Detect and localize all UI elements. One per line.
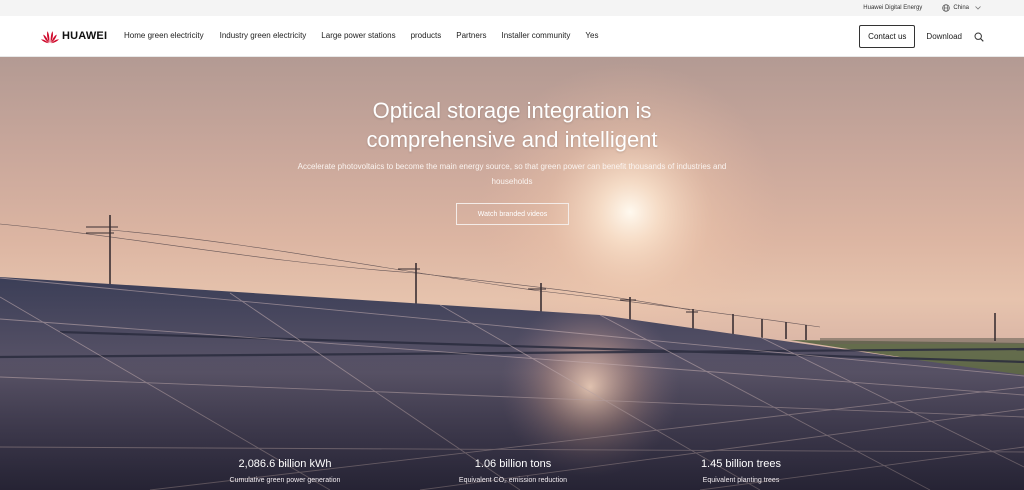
menu-large-power-stations[interactable]: Large power stations xyxy=(321,31,395,40)
region-label: China xyxy=(953,5,969,11)
huawei-flower-icon xyxy=(41,31,59,44)
stats-strip: 2,086.6 billion kWh Cumulative green pow… xyxy=(0,457,1024,490)
hero-title: Optical storage integration is comprehen… xyxy=(0,96,1024,154)
stat-value: 2,086.6 billion kWh xyxy=(238,458,332,470)
stat-trees: 1.45 billion trees Equivalent planting t… xyxy=(621,457,861,486)
main-nav: HUAWEI Home green electricity Industry g… xyxy=(0,16,1024,57)
stat-label: Cumulative green power generation xyxy=(229,477,341,484)
hero-title-line-2: comprehensive and intelligent xyxy=(366,127,658,152)
globe-icon xyxy=(942,4,950,12)
menu-yes[interactable]: Yes xyxy=(585,31,598,40)
chevron-down-icon xyxy=(975,6,981,10)
utility-bar: Huawei Digital Energy China xyxy=(0,0,1024,16)
hero-subtitle: Accelerate photovoltaics to become the m… xyxy=(297,162,727,186)
menu-industry-green-electricity[interactable]: Industry green electricity xyxy=(220,31,307,40)
menu-partners[interactable]: Partners xyxy=(456,31,486,40)
region-selector[interactable]: China xyxy=(942,4,984,12)
contact-us-button[interactable]: Contact us xyxy=(859,25,916,48)
main-menu: Home green electricity Industry green el… xyxy=(124,31,598,40)
search-icon[interactable] xyxy=(974,31,984,42)
stat-co2-reduction: 1.06 billion tons Equivalent CO₂ emissio… xyxy=(393,457,633,486)
menu-products[interactable]: products xyxy=(411,31,442,40)
menu-installer-community[interactable]: Installer community xyxy=(501,31,570,40)
logo-text: HUAWEI xyxy=(62,30,108,42)
download-link[interactable]: Download xyxy=(926,32,962,41)
hero-banner: Optical storage integration is comprehen… xyxy=(0,57,1024,490)
stat-label: Equivalent CO₂ emission reduction xyxy=(458,477,568,484)
nav-actions: Contact us Download xyxy=(859,25,984,48)
stat-label: Equivalent planting trees xyxy=(702,477,780,484)
huawei-logo[interactable]: HUAWEI xyxy=(40,28,107,44)
hero-title-line-1: Optical storage integration is xyxy=(372,98,652,123)
digital-energy-link[interactable]: Huawei Digital Energy xyxy=(863,5,922,11)
stat-green-power: 2,086.6 billion kWh Cumulative green pow… xyxy=(165,457,405,486)
stat-value: 1.45 billion trees xyxy=(700,458,782,470)
watch-branded-videos-button[interactable]: Watch branded videos xyxy=(456,203,569,225)
menu-home-green-electricity[interactable]: Home green electricity xyxy=(124,31,204,40)
stat-value: 1.06 billion tons xyxy=(474,458,552,470)
